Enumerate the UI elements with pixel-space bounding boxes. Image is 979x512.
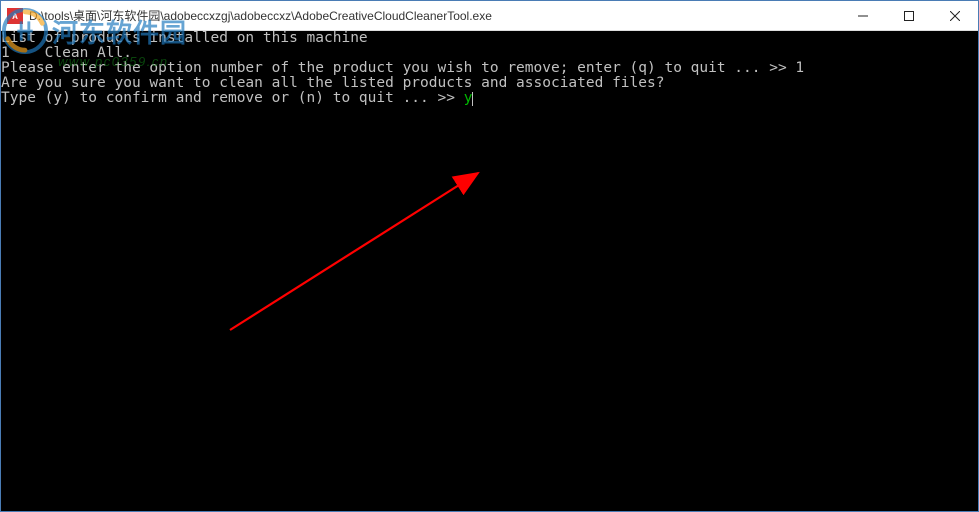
minimize-icon <box>858 11 868 21</box>
prompt-text: Type (y) to confirm and remove or (n) to… <box>1 90 464 106</box>
titlebar[interactable]: A D:\tools\桌面\河东软件园\adobeccxzgj\adobeccx… <box>1 1 978 31</box>
console-line: Please enter the option number of the pr… <box>1 61 978 76</box>
console-line: Type (y) to confirm and remove or (n) to… <box>1 91 978 106</box>
maximize-icon <box>904 11 914 21</box>
maximize-button[interactable] <box>886 1 932 30</box>
close-button[interactable] <box>932 1 978 30</box>
app-window: A D:\tools\桌面\河东软件园\adobeccxzgj\adobeccx… <box>0 0 979 512</box>
console-line: Are you sure you want to clean all the l… <box>1 76 978 91</box>
cursor <box>472 92 473 106</box>
console-line: 1 Clean All. <box>1 46 978 61</box>
user-input: y <box>464 90 473 106</box>
console-line: List of products installed on this machi… <box>1 31 978 46</box>
minimize-button[interactable] <box>840 1 886 30</box>
svg-text:A: A <box>12 12 18 21</box>
app-icon: A <box>7 8 23 24</box>
window-controls <box>840 1 978 30</box>
window-title: D:\tools\桌面\河东软件园\adobeccxzgj\adobeccxz\… <box>29 7 840 24</box>
close-icon <box>950 11 960 21</box>
console-area[interactable]: List of products installed on this machi… <box>1 31 978 511</box>
